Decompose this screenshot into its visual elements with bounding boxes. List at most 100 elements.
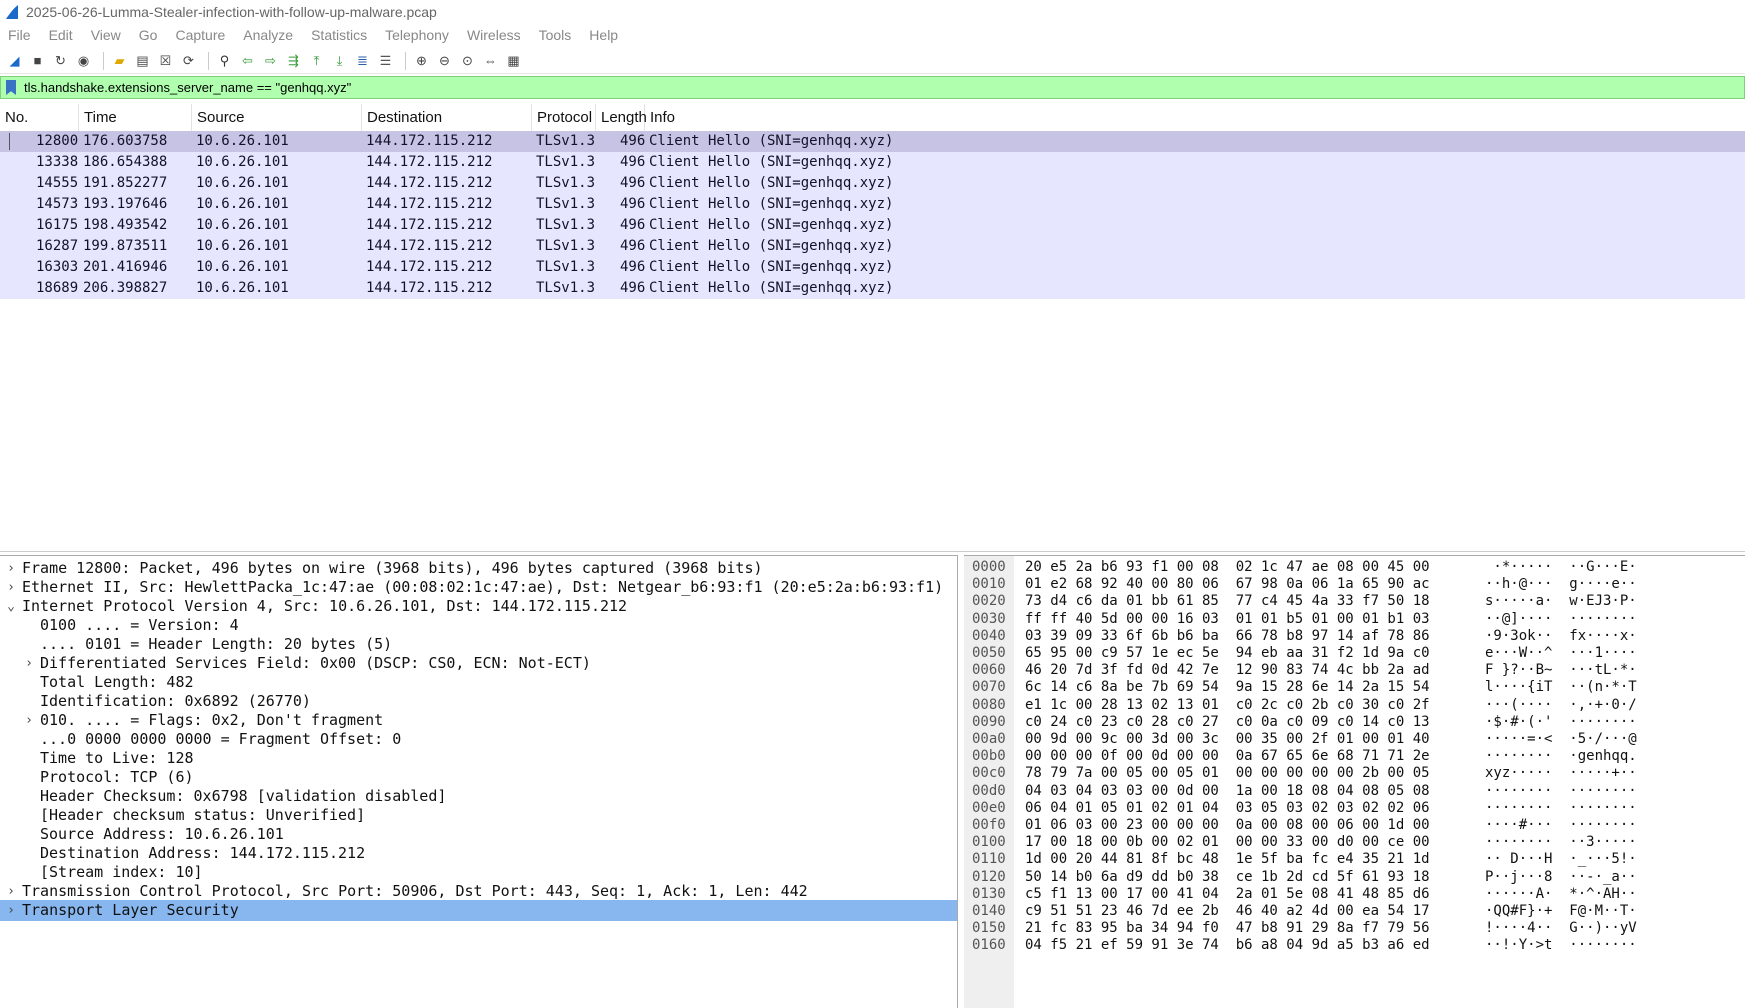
bytes-hex[interactable]: 65 95 00 c9 57 1e ec 5e 94 eb aa 31 f2 1… <box>1025 644 1430 663</box>
detail-tree-item[interactable]: Header Checksum: 0x6798 [validation disa… <box>0 786 957 807</box>
detail-tree-item[interactable]: › Frame 12800: Packet, 496 bytes on wire … <box>0 558 957 579</box>
bytes-asc[interactable]: ········ ········ <box>1485 782 1637 801</box>
bytes-hex[interactable]: c9 51 51 23 46 7d ee 2b 46 40 a2 4d 00 e… <box>1025 902 1430 921</box>
collapsed-arrow-icon[interactable]: › <box>22 710 36 731</box>
bytes-asc[interactable]: ·$·#·(·' ········ <box>1485 713 1637 732</box>
bytes-asc[interactable]: ·· D···H ·_···5!· <box>1485 850 1637 869</box>
packet-bytes-pane[interactable]: 0000 20 e5 2a b6 93 f1 00 08 02 1c 47 ae … <box>964 555 1745 1008</box>
detail-tree-item[interactable]: › 010. .... = Flags: 0x2, Don't fragment <box>0 710 957 731</box>
menu-wireless[interactable]: Wireless <box>458 27 530 43</box>
autoscroll-icon[interactable]: ≣ <box>353 51 372 70</box>
column-header-destination[interactable]: Destination <box>362 104 532 131</box>
bytes-hex[interactable]: 06 04 01 05 01 02 01 04 03 05 03 02 03 0… <box>1025 799 1430 818</box>
bytes-hex[interactable]: 04 f5 21 ef 59 91 3e 74 b6 a8 04 9d a5 b… <box>1025 936 1430 955</box>
bytes-hex[interactable]: 50 14 b0 6a d9 dd b0 38 ce 1b 2d cd 5f 6… <box>1025 868 1430 887</box>
detail-tree-item[interactable]: ⌄ Internet Protocol Version 4, Src: 10.6.… <box>0 596 957 617</box>
find-icon[interactable]: ⚲ <box>215 51 234 70</box>
gear-icon[interactable]: ◉ <box>74 51 93 70</box>
detail-tree-item[interactable]: › Ethernet II, Src: HewlettPacka_1c:47:ae… <box>0 577 957 598</box>
reload-icon[interactable]: ⟳ <box>179 51 198 70</box>
bytes-asc[interactable]: !····4·· G··)··yV <box>1485 919 1637 938</box>
detail-tree-item[interactable]: .... 0101 = Header Length: 20 bytes (5) <box>0 634 957 655</box>
bytes-hex[interactable]: 20 e5 2a b6 93 f1 00 08 02 1c 47 ae 08 0… <box>1025 558 1430 577</box>
resize-columns-icon[interactable]: ⇔ <box>481 51 500 70</box>
bytes-asc[interactable]: ···(···· ·,·+·0·/ <box>1485 696 1637 715</box>
collapsed-arrow-icon[interactable]: › <box>4 881 18 902</box>
collapsed-arrow-icon[interactable]: › <box>4 900 18 921</box>
zoom-out-icon[interactable]: ⊖ <box>435 51 454 70</box>
display-filter-bar[interactable]: tls.handshake.extensions_server_name == … <box>0 76 1745 99</box>
display-filter-input[interactable]: tls.handshake.extensions_server_name == … <box>24 80 351 95</box>
menu-capture[interactable]: Capture <box>166 27 234 43</box>
bytes-asc[interactable]: s·····a· w·EJ3·P· <box>1485 592 1637 611</box>
column-header-source[interactable]: Source <box>192 104 362 131</box>
stop-icon[interactable]: ■ <box>28 51 47 70</box>
first-icon[interactable]: ⤒ <box>307 51 326 70</box>
bytes-hex[interactable]: 78 79 7a 00 05 00 05 01 00 00 00 00 00 2… <box>1025 764 1430 783</box>
detail-tree-item[interactable]: ...0 0000 0000 0000 = Fragment Offset: 0 <box>0 729 957 750</box>
bytes-hex[interactable]: 73 d4 c6 da 01 bb 61 85 77 c4 45 4a 33 f… <box>1025 592 1430 611</box>
packet-row[interactable]: 14573 193.197646 10.6.26.101 144.172.115.21… <box>0 194 1745 215</box>
detail-tree-item[interactable]: 0100 .... = Version: 4 <box>0 615 957 636</box>
detail-tree-item[interactable]: › Differentiated Services Field: 0x00 (DS… <box>0 653 957 674</box>
bytes-asc[interactable]: ··h·@··· g····e·· <box>1485 575 1637 594</box>
column-header-protocol[interactable]: Protocol <box>532 104 596 131</box>
collapsed-arrow-icon[interactable]: › <box>22 653 36 674</box>
menu-edit[interactable]: Edit <box>40 27 82 43</box>
bytes-hex[interactable]: 00 9d 00 9c 00 3d 00 3c 00 35 00 2f 01 0… <box>1025 730 1430 749</box>
packet-row[interactable]: 16175 198.493542 10.6.26.101 144.172.115.21… <box>0 215 1745 236</box>
bytes-asc[interactable]: l····{iT ··(n·*·T <box>1485 678 1637 697</box>
bytes-asc[interactable]: ··!·Y·>t ········ <box>1485 936 1637 955</box>
collapsed-arrow-icon[interactable]: › <box>4 558 18 579</box>
bytes-hex[interactable]: 6c 14 c6 8a be 7b 69 54 9a 15 28 6e 14 2… <box>1025 678 1430 697</box>
bytes-asc[interactable]: ······A· *·^·AH·· <box>1485 885 1637 904</box>
bookmark-icon[interactable] <box>6 80 16 95</box>
colorize-icon[interactable]: ☰ <box>376 51 395 70</box>
bytes-hex[interactable]: 21 fc 83 95 ba 34 94 f0 47 b8 91 29 8a f… <box>1025 919 1430 938</box>
bytes-asc[interactable]: ·*····· ··G···E· <box>1485 558 1636 577</box>
menu-telephony[interactable]: Telephony <box>376 27 458 43</box>
bytes-asc[interactable]: ········ ········ <box>1485 799 1637 818</box>
packet-row[interactable]: 12800 176.603758 10.6.26.101 144.172.115.21… <box>0 131 1745 152</box>
bytes-asc[interactable]: ·QQ#F}·+ F@·M··T· <box>1485 902 1637 921</box>
bytes-hex[interactable]: ff ff 40 5d 00 00 16 03 01 01 b5 01 00 0… <box>1025 610 1430 629</box>
zoom-reset-icon[interactable]: ⊙ <box>458 51 477 70</box>
column-header-no[interactable]: No. <box>0 104 79 131</box>
bytes-hex[interactable]: 01 e2 68 92 40 00 80 06 67 98 0a 06 1a 6… <box>1025 575 1430 594</box>
bytes-asc[interactable]: ·····=·< ·5·/···@ <box>1485 730 1637 749</box>
bytes-hex[interactable]: 04 03 04 03 03 00 0d 00 1a 00 18 08 04 0… <box>1025 782 1430 801</box>
collapsed-arrow-icon[interactable]: › <box>4 577 18 598</box>
packet-row[interactable]: 16287 199.873511 10.6.26.101 144.172.115.21… <box>0 236 1745 257</box>
detail-tree-item[interactable]: Protocol: TCP (6) <box>0 767 957 788</box>
menu-tools[interactable]: Tools <box>530 27 581 43</box>
bytes-hex[interactable]: 46 20 7d 3f fd 0d 42 7e 12 90 83 74 4c b… <box>1025 661 1430 680</box>
bytes-hex[interactable]: 03 39 09 33 6f 6b b6 ba 66 78 b8 97 14 a… <box>1025 627 1430 646</box>
shark-fin-icon[interactable]: ◢ <box>5 51 24 70</box>
menu-view[interactable]: View <box>82 27 130 43</box>
packet-row[interactable]: 13338 186.654388 10.6.26.101 144.172.115.21… <box>0 152 1745 173</box>
detail-tree-item[interactable]: › Transmission Control Protocol, Src Port… <box>0 881 957 902</box>
column-header-length[interactable]: Length <box>596 104 647 131</box>
bytes-asc[interactable]: ········ ·genhqq. <box>1485 747 1637 766</box>
bytes-hex[interactable]: 1d 00 20 44 81 8f bc 48 1e 5f ba fc e4 3… <box>1025 850 1430 869</box>
menu-go[interactable]: Go <box>130 27 167 43</box>
bytes-asc[interactable]: xyz····· ·····+·· <box>1485 764 1637 783</box>
column-header-info[interactable]: Info <box>645 104 1745 131</box>
last-icon[interactable]: ⤓ <box>330 51 349 70</box>
packet-list[interactable]: 12800 176.603758 10.6.26.101 144.172.115.21… <box>0 131 1745 552</box>
bytes-hex[interactable]: c0 24 c0 23 c0 28 c0 27 c0 0a c0 09 c0 1… <box>1025 713 1430 732</box>
detail-tree-item[interactable]: [Stream index: 10] <box>0 862 957 883</box>
bytes-hex[interactable]: c5 f1 13 00 17 00 41 04 2a 01 5e 08 41 4… <box>1025 885 1430 904</box>
bytes-asc[interactable]: ·9·3ok·· fx····x· <box>1485 627 1637 646</box>
bytes-hex[interactable]: 17 00 18 00 0b 00 02 01 00 00 33 00 d0 0… <box>1025 833 1430 852</box>
grid-icon[interactable]: ▦ <box>504 51 523 70</box>
bytes-asc[interactable]: F }?··B~ ···tL·*· <box>1485 661 1637 680</box>
expanded-arrow-icon[interactable]: ⌄ <box>4 596 18 617</box>
save-icon[interactable]: ▤ <box>133 51 152 70</box>
bytes-hex[interactable]: 01 06 03 00 23 00 00 00 0a 00 08 00 06 0… <box>1025 816 1430 835</box>
packet-row[interactable]: 18689 206.398827 10.6.26.101 144.172.115.21… <box>0 278 1745 299</box>
detail-tree-item[interactable]: Total Length: 482 <box>0 672 957 693</box>
bytes-asc[interactable]: P··j···8 ··-·_a·· <box>1485 868 1637 887</box>
detail-tree-item[interactable]: [Header checksum status: Unverified] <box>0 805 957 826</box>
bytes-asc[interactable]: e···W··^ ···1···· <box>1485 644 1637 663</box>
